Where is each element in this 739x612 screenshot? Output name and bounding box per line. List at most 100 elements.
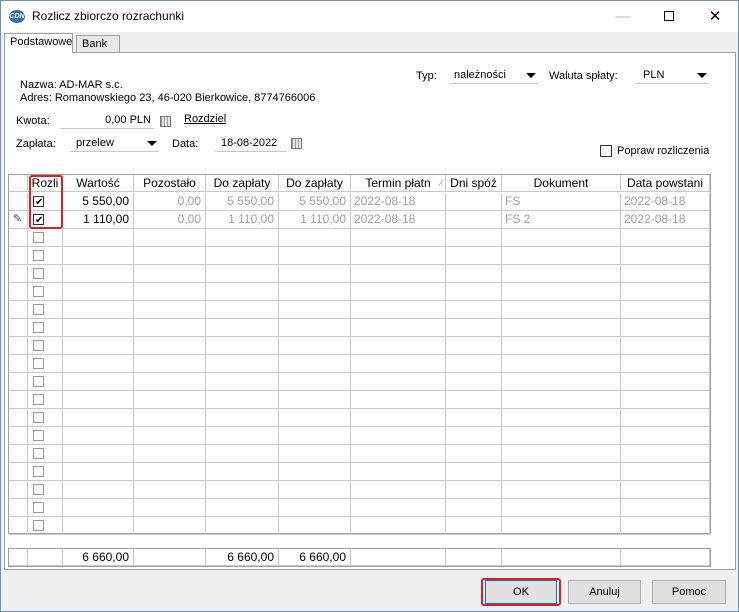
empty-cell[interactable] (351, 481, 446, 499)
empty-cell[interactable] (446, 373, 502, 391)
settlements-grid[interactable]: Rozli Wartość Pozostało Do zapłaty Do zapłat… (8, 174, 711, 535)
empty-cell[interactable] (28, 283, 63, 301)
table-cell[interactable]: 1 110,00 (63, 211, 134, 229)
table-cell[interactable] (446, 193, 502, 211)
table-cell[interactable]: FS (502, 193, 621, 211)
empty-cell[interactable] (206, 391, 279, 409)
empty-cell[interactable] (446, 301, 502, 319)
empty-cell[interactable] (621, 301, 710, 319)
empty-cell[interactable] (134, 445, 206, 463)
empty-cell[interactable] (502, 427, 621, 445)
row-checkbox[interactable] (33, 232, 44, 243)
empty-cell[interactable] (63, 481, 134, 499)
maximize-button[interactable] (646, 1, 692, 32)
table-cell[interactable]: 5 550,00 (206, 193, 279, 211)
empty-cell[interactable] (502, 373, 621, 391)
tab-bank[interactable]: Bank (76, 35, 120, 53)
table-cell[interactable]: 2022-08-18 (351, 211, 446, 229)
empty-cell[interactable] (621, 373, 710, 391)
table-cell[interactable]: 5 550,00 (63, 193, 134, 211)
empty-cell[interactable] (63, 427, 134, 445)
empty-cell[interactable] (502, 337, 621, 355)
empty-cell[interactable] (63, 301, 134, 319)
calendar-icon[interactable] (291, 138, 302, 149)
empty-cell[interactable] (63, 229, 134, 247)
empty-cell[interactable] (279, 481, 351, 499)
empty-cell[interactable] (446, 499, 502, 517)
empty-cell[interactable] (28, 391, 63, 409)
empty-cell[interactable] (351, 499, 446, 517)
empty-cell[interactable] (621, 229, 710, 247)
empty-cell[interactable] (502, 301, 621, 319)
empty-cell[interactable] (206, 499, 279, 517)
empty-cell[interactable] (206, 229, 279, 247)
row-checkbox[interactable] (33, 268, 44, 279)
close-button[interactable]: ✕ (692, 1, 738, 32)
empty-cell[interactable] (134, 427, 206, 445)
table-cell[interactable]: 0,00 (134, 193, 206, 211)
empty-cell[interactable] (279, 517, 351, 535)
empty-cell[interactable] (502, 499, 621, 517)
table-cell[interactable]: 5 550,00 (279, 193, 351, 211)
empty-cell[interactable] (279, 319, 351, 337)
empty-cell[interactable] (446, 391, 502, 409)
empty-cell[interactable] (134, 463, 206, 481)
empty-cell[interactable] (621, 283, 710, 301)
empty-cell[interactable] (502, 391, 621, 409)
empty-cell[interactable] (206, 283, 279, 301)
empty-cell[interactable] (206, 247, 279, 265)
empty-cell[interactable] (446, 229, 502, 247)
empty-cell[interactable] (28, 427, 63, 445)
empty-cell[interactable] (502, 247, 621, 265)
empty-cell[interactable] (28, 463, 63, 481)
empty-cell[interactable] (134, 283, 206, 301)
data-input[interactable]: 18-08-2022 (215, 135, 287, 152)
empty-cell[interactable] (206, 337, 279, 355)
empty-cell[interactable] (134, 391, 206, 409)
empty-cell[interactable] (446, 355, 502, 373)
row-checkbox[interactable] (33, 484, 44, 495)
table-cell[interactable]: 1 110,00 (206, 211, 279, 229)
column-header-pozostalo[interactable]: Pozostało (134, 175, 206, 192)
empty-cell[interactable] (63, 445, 134, 463)
empty-cell[interactable] (134, 481, 206, 499)
empty-cell[interactable] (446, 409, 502, 427)
empty-cell[interactable] (279, 247, 351, 265)
column-header-termin[interactable]: Termin płatn ∕ (351, 175, 446, 192)
cancel-button[interactable]: Anuluj (568, 580, 641, 604)
empty-cell[interactable] (206, 409, 279, 427)
table-cell[interactable]: 2022-08-18 (351, 193, 446, 211)
empty-cell[interactable] (502, 463, 621, 481)
empty-cell[interactable] (351, 373, 446, 391)
empty-cell[interactable] (206, 265, 279, 283)
empty-cell[interactable] (446, 445, 502, 463)
empty-cell[interactable] (621, 355, 710, 373)
column-header-data-powstania[interactable]: Data powstani (621, 175, 710, 192)
empty-cell[interactable] (28, 229, 63, 247)
kwota-input[interactable]: 0,00 PLN (60, 112, 154, 129)
empty-cell[interactable] (621, 517, 710, 535)
empty-cell[interactable] (28, 319, 63, 337)
empty-cell[interactable] (279, 373, 351, 391)
empty-cell[interactable] (351, 445, 446, 463)
empty-cell[interactable] (502, 481, 621, 499)
row-checkbox[interactable] (33, 520, 44, 531)
empty-cell[interactable] (446, 283, 502, 301)
empty-cell[interactable] (279, 337, 351, 355)
empty-cell[interactable] (63, 337, 134, 355)
empty-cell[interactable] (28, 499, 63, 517)
empty-cell[interactable] (206, 301, 279, 319)
help-button[interactable]: Pomoc (652, 580, 726, 604)
row-checkbox[interactable] (33, 448, 44, 459)
row-checkbox[interactable] (33, 286, 44, 297)
empty-cell[interactable] (279, 499, 351, 517)
empty-cell[interactable] (446, 265, 502, 283)
row-checkbox[interactable] (33, 502, 44, 513)
empty-cell[interactable] (134, 247, 206, 265)
table-cell[interactable] (446, 211, 502, 229)
row-checkbox[interactable] (33, 250, 44, 261)
empty-cell[interactable] (621, 319, 710, 337)
empty-cell[interactable] (28, 301, 63, 319)
empty-cell[interactable] (206, 517, 279, 535)
empty-cell[interactable] (621, 247, 710, 265)
